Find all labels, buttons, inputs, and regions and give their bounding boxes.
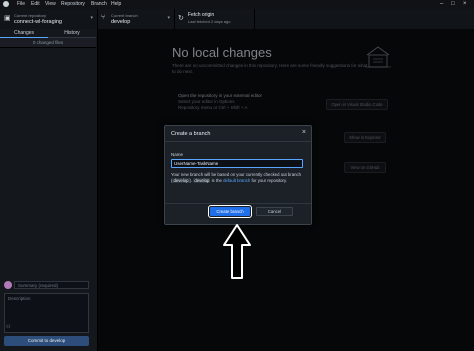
cancel-button[interactable]: Cancel [256, 207, 293, 216]
refresh-icon: ↻ [178, 15, 184, 22]
note-branch-code: develop [172, 178, 190, 184]
repository-icon: ▣ [4, 15, 11, 22]
dialog-title: Create a branch [171, 131, 211, 137]
create-branch-dialog: Create a branch × Name Your new branch w… [164, 125, 312, 225]
co-author-icon[interactable]: ⚇ [6, 324, 10, 330]
tab-history[interactable]: History [48, 29, 96, 38]
menu-help[interactable]: Help [111, 1, 121, 7]
minimize-icon[interactable]: – [440, 1, 443, 7]
maximize-icon[interactable]: □ [451, 1, 455, 7]
repo-caption: Current repository [14, 13, 47, 18]
close-icon[interactable]: × [302, 129, 306, 136]
sidebar: Changes History 0 changed files Summary … [0, 29, 98, 351]
description-field[interactable]: Description [4, 293, 89, 333]
fetch-label: Fetch origin [188, 12, 215, 18]
current-repository-selector[interactable]: ▣ Current repository connect-wl-foraging… [0, 9, 98, 29]
toolbar: ▣ Current repository connect-wl-foraging… [0, 9, 474, 30]
commit-button[interactable]: Commit to develop [4, 336, 89, 346]
divider [165, 203, 311, 204]
name-label: Name [171, 152, 184, 157]
fetch-status: Last fetched 2 days ago [188, 19, 231, 24]
github-logo-icon [3, 1, 9, 7]
menu-edit[interactable]: Edit [31, 1, 40, 7]
annotation-arrow-icon [223, 224, 251, 279]
note-branch-code: develop [193, 178, 211, 184]
avatar [4, 281, 12, 289]
menu-file[interactable]: File [17, 1, 25, 7]
current-branch-selector[interactable]: ⑂ Current branch develop ▾ [97, 9, 175, 29]
create-branch-button[interactable]: Create branch [207, 204, 253, 219]
default-branch-link[interactable]: default branch [223, 178, 250, 183]
close-window-icon[interactable]: × [463, 1, 467, 7]
menu-repository[interactable]: Repository [61, 1, 85, 7]
repo-name: connect-wl-foraging [14, 19, 62, 25]
title-bar: File Edit View Repository Branch Help – … [0, 0, 474, 9]
note-is: is the [210, 178, 224, 184]
branch-icon: ⑂ [101, 14, 106, 21]
divider [165, 141, 311, 142]
menu-branch[interactable]: Branch [91, 1, 107, 7]
chevron-down-icon: ▾ [167, 15, 170, 21]
branch-caption: Current branch [111, 13, 138, 18]
branch-note: Your new branch will be based on your cu… [171, 172, 303, 184]
branch-name-input[interactable] [171, 159, 303, 168]
branch-name: develop [111, 19, 131, 25]
summary-input[interactable]: Summary (required) [14, 281, 89, 289]
menu-view[interactable]: View [45, 1, 56, 7]
note-suffix: for your repository. [250, 178, 287, 184]
fetch-origin-button[interactable]: ↻ Fetch origin Last fetched 2 days ago [174, 9, 255, 29]
changed-files-count: 0 changed files [0, 38, 96, 48]
tab-changes[interactable]: Changes [0, 29, 48, 38]
chevron-down-icon: ▾ [90, 15, 93, 21]
